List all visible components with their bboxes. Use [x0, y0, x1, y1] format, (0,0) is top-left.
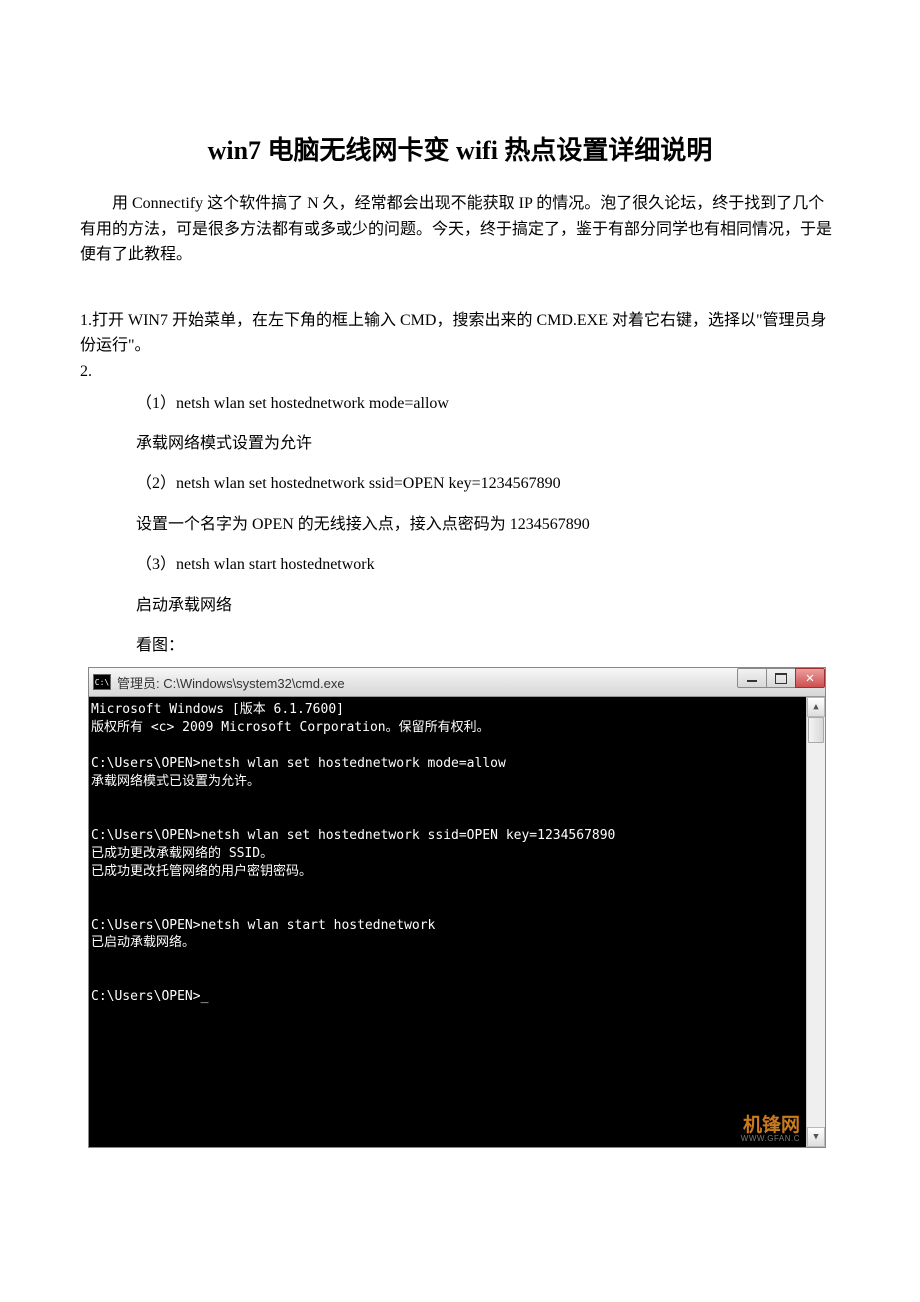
see-pic: 看图：: [136, 627, 840, 665]
article-title: win7 电脑无线网卡变 wifi 热点设置详细说明: [80, 130, 840, 167]
step-1: 1.打开 WIN7 开始菜单，在左下角的框上输入 CMD，搜索出来的 CMD.E…: [80, 308, 840, 359]
cmd-window: C:\ 管理员: C:\Windows\system32\cmd.exe ✕ M…: [88, 667, 826, 1148]
scroll-track[interactable]: [807, 717, 825, 1127]
scroll-down-icon[interactable]: ▼: [807, 1127, 825, 1147]
close-icon: ✕: [806, 670, 814, 686]
cmd-line: 承载网络模式已设置为允许。: [91, 774, 260, 789]
article-intro: 用 Connectify 这个软件搞了 N 久，经常都会出现不能获取 IP 的情…: [80, 191, 840, 268]
maximize-icon: [775, 673, 787, 684]
maximize-button[interactable]: [766, 668, 796, 688]
cmd-line: 版权所有 <c> 2009 Microsoft Corporation。保留所有…: [91, 720, 490, 735]
vertical-scrollbar[interactable]: ▲ ▼: [806, 697, 825, 1147]
step-2: 2.: [80, 359, 840, 385]
cmd-icon: C:\: [93, 674, 111, 690]
cmd-2-desc: 设置一个名字为 OPEN 的无线接入点，接入点密码为 1234567890: [136, 506, 840, 544]
cmd-line: 已启动承载网络。: [91, 935, 195, 950]
cmd-watermark: 机锋网WWW.GFAN.C: [741, 1116, 800, 1143]
scroll-up-icon[interactable]: ▲: [807, 697, 825, 717]
cmd-3: （3）netsh wlan start hostednetwork: [136, 546, 840, 584]
cmd-titlebar[interactable]: C:\ 管理员: C:\Windows\system32\cmd.exe ✕: [89, 668, 825, 697]
cmd-line: C:\Users\OPEN>_: [91, 989, 208, 1004]
minimize-icon: [747, 680, 757, 682]
cmd-1: （1）netsh wlan set hostednetwork mode=all…: [136, 385, 840, 423]
close-button[interactable]: ✕: [795, 668, 825, 688]
cmd-line: C:\Users\OPEN>netsh wlan set hostednetwo…: [91, 756, 506, 771]
cmd-3-desc: 启动承载网络: [136, 587, 840, 625]
minimize-button[interactable]: [737, 668, 767, 688]
cmd-title-text: 管理员: C:\Windows\system32\cmd.exe: [117, 673, 345, 692]
cmd-line: 已成功更改承载网络的 SSID。: [91, 846, 273, 861]
cmd-line: C:\Users\OPEN>netsh wlan start hostednet…: [91, 918, 435, 933]
cmd-line: 已成功更改托管网络的用户密钥密码。: [91, 864, 312, 879]
cmd-line: Microsoft Windows [版本 6.1.7600]: [91, 702, 344, 717]
cmd-1-desc: 承载网络模式设置为允许: [136, 425, 840, 463]
cmd-output[interactable]: Microsoft Windows [版本 6.1.7600] 版权所有 <c>…: [89, 697, 806, 1147]
cmd-2: （2）netsh wlan set hostednetwork ssid=OPE…: [136, 465, 840, 503]
cmd-line: C:\Users\OPEN>netsh wlan set hostednetwo…: [91, 828, 615, 843]
scroll-thumb[interactable]: [808, 717, 824, 743]
